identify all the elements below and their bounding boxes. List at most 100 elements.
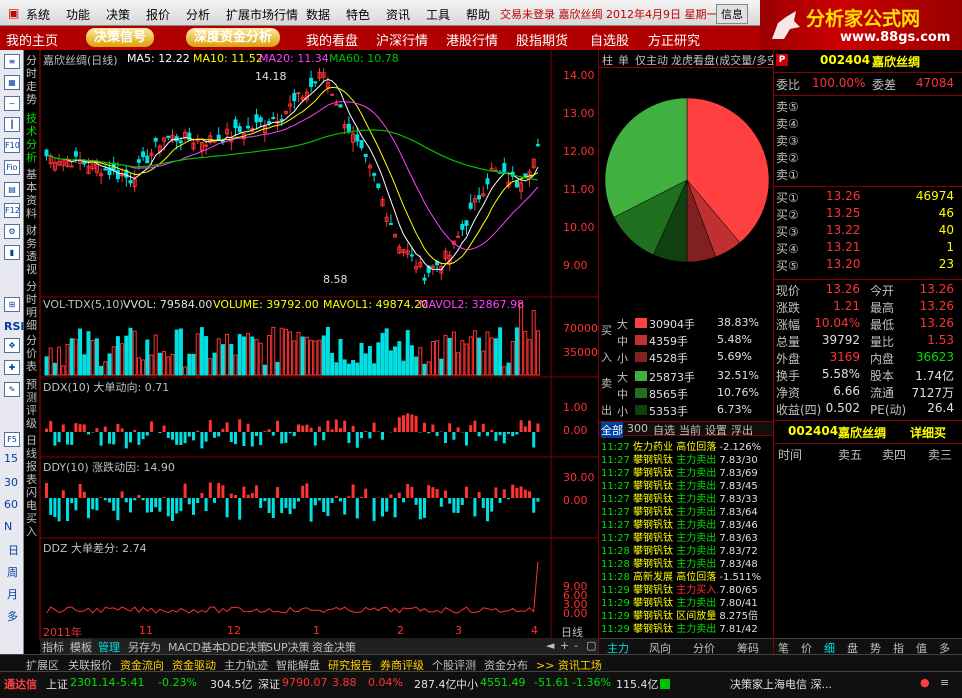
kline-icon[interactable]: ┃ xyxy=(4,117,20,132)
tab-hs-market[interactable]: 沪深行情 xyxy=(376,30,428,49)
chart-area[interactable]: 嘉欣丝绸(日线) MA5: 12.22 MA10: 11.52 MA20: 11… xyxy=(40,50,599,640)
rsi-icon[interactable]: RSI xyxy=(4,320,25,333)
xaxis-label: 12 xyxy=(227,624,241,637)
ddx-bar xyxy=(145,432,149,436)
ddy-bar xyxy=(91,498,95,510)
period-30-label[interactable]: 60 xyxy=(4,498,18,511)
vtab-financial[interactable]: 财务透视 xyxy=(26,224,39,276)
menu-item-tools[interactable]: 工具 xyxy=(426,6,450,23)
vtab-basic-info[interactable]: 基本资料 xyxy=(26,168,39,220)
ddx-bar xyxy=(330,429,334,432)
tab-watchlist[interactable]: 自选股 xyxy=(590,30,629,49)
vtab-flash-buy[interactable]: 闪电买入 xyxy=(26,486,39,538)
f10-icon[interactable]: F10 xyxy=(4,138,20,153)
period-15-label[interactable]: 30 xyxy=(4,476,18,489)
volume-bar xyxy=(128,327,133,376)
ddy-bar xyxy=(61,490,65,498)
tab-save-as[interactable]: 另存为 xyxy=(128,639,161,655)
tab-macd[interactable]: MACD基本 xyxy=(168,639,223,655)
period-60-label[interactable]: N xyxy=(4,520,12,533)
grid-icon[interactable]: ▦ xyxy=(4,75,20,90)
tab-decision-signal[interactable]: 决策信号 xyxy=(86,28,155,47)
cross-icon[interactable]: ✚ xyxy=(4,360,20,375)
tab-capital[interactable]: 资金决策 xyxy=(312,639,356,655)
move-icon[interactable]: ✥ xyxy=(4,338,20,353)
tab-sup[interactable]: SUP决策 xyxy=(266,639,310,655)
sh-label[interactable]: 上证 xyxy=(46,676,68,692)
ddx-bar xyxy=(490,429,494,432)
subtab-current[interactable]: 当前 xyxy=(679,422,701,438)
ddx-bar xyxy=(208,420,212,432)
bars-icon[interactable]: ▮ xyxy=(4,245,20,260)
vtab-intraday[interactable]: 分时走势 xyxy=(26,54,39,106)
menu-item-decision[interactable]: 决策 xyxy=(106,6,130,23)
weicha-value: 47084 xyxy=(915,76,954,90)
f12-icon[interactable]: F12 xyxy=(4,203,20,218)
detail-buy-label[interactable]: 详细买 xyxy=(910,424,946,441)
ddx-bar xyxy=(536,423,540,432)
fio-icon[interactable]: Fio xyxy=(4,160,20,175)
volume-bar xyxy=(304,336,309,376)
period-week-label[interactable]: 月 xyxy=(7,586,18,602)
tab-home[interactable]: 我的主页 xyxy=(6,30,58,49)
period-1-label[interactable]: 15 xyxy=(4,452,18,465)
info-button[interactable]: 信息 xyxy=(716,4,748,24)
tab-single[interactable]: 单 xyxy=(618,52,629,68)
pencil-icon[interactable]: ✎ xyxy=(4,382,20,397)
tab-deep-capital[interactable]: 深度资金分析 xyxy=(186,28,281,47)
subtab-watchlist[interactable]: 自选 xyxy=(653,422,675,438)
zoom-in-button[interactable]: + xyxy=(560,639,569,652)
vtab-tick-detail[interactable]: 分时明细 xyxy=(26,280,39,332)
vtab-technical[interactable]: 技术分析 xyxy=(26,112,39,164)
scroll-right-arrow[interactable]: ▢ xyxy=(586,639,596,652)
trade-alert-row[interactable]: 11:29 攀钢钒钛 主力卖出 7.81/42 xyxy=(601,620,758,635)
app-icon[interactable]: ▣ xyxy=(8,6,19,20)
subtab-settings[interactable]: 设置 xyxy=(705,422,727,438)
tab-dragon-tiger[interactable]: 龙虎看盘(成交量/多空) xyxy=(671,52,773,68)
scroll-left-arrow[interactable]: ◄ xyxy=(546,639,554,652)
menu-item-system[interactable]: 系统 xyxy=(26,6,50,23)
menu-item-special[interactable]: 特色 xyxy=(346,6,370,23)
zx-label[interactable]: 中小 xyxy=(456,676,478,692)
menu-item-extended[interactable]: 扩展市场行情 xyxy=(226,6,298,23)
tab-manage[interactable]: 管理 xyxy=(98,639,120,655)
tab-my-board[interactable]: 我的看盘 xyxy=(306,30,358,49)
vtab-forecast[interactable]: 预测评级 xyxy=(26,378,39,430)
tab-founder-research[interactable]: 方正研究 xyxy=(648,30,700,49)
tab-dde[interactable]: DDE决策 xyxy=(222,639,268,655)
contract-icon[interactable]: ⚙ xyxy=(4,224,20,239)
menu-item-quote[interactable]: 报价 xyxy=(146,6,170,23)
subtab-all[interactable]: 全部 xyxy=(601,422,623,438)
sz-label[interactable]: 深证 xyxy=(258,676,280,692)
vtab-daily-report[interactable]: 日线报表 xyxy=(26,434,39,486)
line-chart-icon[interactable]: ~ xyxy=(4,96,20,111)
menu-item-data[interactable]: 数据 xyxy=(306,6,330,23)
vtab-price-table[interactable]: 分价表 xyxy=(26,334,39,373)
menu-icon[interactable]: ≡ xyxy=(940,676,949,689)
list-icon[interactable]: ≡ xyxy=(4,54,20,69)
f5-icon[interactable]: F5 xyxy=(4,432,20,447)
menu-item-function[interactable]: 功能 xyxy=(66,6,90,23)
tab-hk-market[interactable]: 港股行情 xyxy=(446,30,498,49)
alarm-icon[interactable]: ● xyxy=(920,676,930,689)
menu-item-help[interactable]: 帮助 xyxy=(466,6,490,23)
tab-template[interactable]: 模板 xyxy=(70,639,92,655)
tab-index-futures[interactable]: 股指期货 xyxy=(516,30,568,49)
ddy-bar xyxy=(108,498,111,503)
subtab-300[interactable]: 300 xyxy=(627,422,648,435)
period-month-label[interactable]: 多 xyxy=(7,608,18,624)
menu-item-analysis[interactable]: 分析 xyxy=(186,6,210,23)
tab-column[interactable]: 柱 xyxy=(602,52,613,68)
subtab-float[interactable]: 浮出 xyxy=(731,422,753,438)
tab-active-only[interactable]: 仅主动 xyxy=(635,52,668,68)
stat-value: 10.04% xyxy=(814,316,860,330)
menu-item-news[interactable]: 资讯 xyxy=(386,6,410,23)
ddx-bar xyxy=(133,429,137,432)
tab-indicator[interactable]: 指标 xyxy=(42,639,64,655)
period-n-label[interactable]: 日 xyxy=(8,542,19,558)
period-day-label[interactable]: 周 xyxy=(7,564,18,580)
trade-alert-list[interactable]: 11:27 佐力药业 高位回落 -2.126% 11:27 攀钢钒钛 主力卖出 7… xyxy=(599,438,774,638)
zoom-icon[interactable]: ⊞ xyxy=(4,297,20,312)
chart-table-icon[interactable]: ▤ xyxy=(4,182,20,197)
zoom-out-button[interactable]: - xyxy=(574,639,578,652)
